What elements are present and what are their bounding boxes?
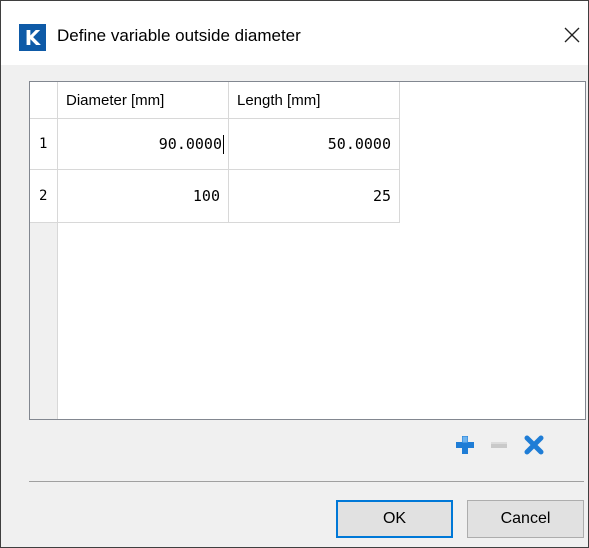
cell-diameter-value[interactable]: 90.0000 [159, 135, 222, 153]
ok-button[interactable]: OK [336, 500, 453, 538]
column-header-length[interactable]: Length [mm] [229, 82, 400, 119]
minus-icon [491, 442, 507, 448]
cell-length-row-1[interactable]: 50.0000 [229, 119, 400, 170]
close-button[interactable] [555, 15, 589, 55]
add-row-button[interactable] [453, 433, 477, 457]
column-header-diameter[interactable]: Diameter [mm] [58, 82, 229, 119]
cell-diameter-row-2[interactable]: 100 [58, 170, 229, 223]
footer-divider [29, 481, 584, 482]
clear-rows-button[interactable] [522, 433, 546, 457]
text-caret [223, 134, 224, 154]
cell-diameter-row-1[interactable]: 90.0000 [58, 119, 229, 170]
close-icon [564, 27, 580, 43]
table-corner [30, 82, 58, 119]
x-icon [524, 435, 544, 455]
row-header-1[interactable]: 1 [30, 119, 58, 170]
cell-length-row-2[interactable]: 25 [229, 170, 400, 223]
diameter-table[interactable]: Diameter [mm] Length [mm] 1 90.0000 50.0… [29, 81, 586, 420]
cancel-button[interactable]: Cancel [467, 500, 584, 538]
dialog-title: Define variable outside diameter [57, 26, 301, 45]
plus-icon [456, 436, 474, 454]
row-header-2[interactable]: 2 [30, 170, 58, 223]
define-variable-dialog: K Define variable outside diameter Diame… [0, 0, 589, 548]
remove-row-button[interactable] [487, 433, 511, 457]
title-bar: K Define variable outside diameter [1, 1, 588, 65]
app-logo-icon: K [19, 24, 46, 51]
